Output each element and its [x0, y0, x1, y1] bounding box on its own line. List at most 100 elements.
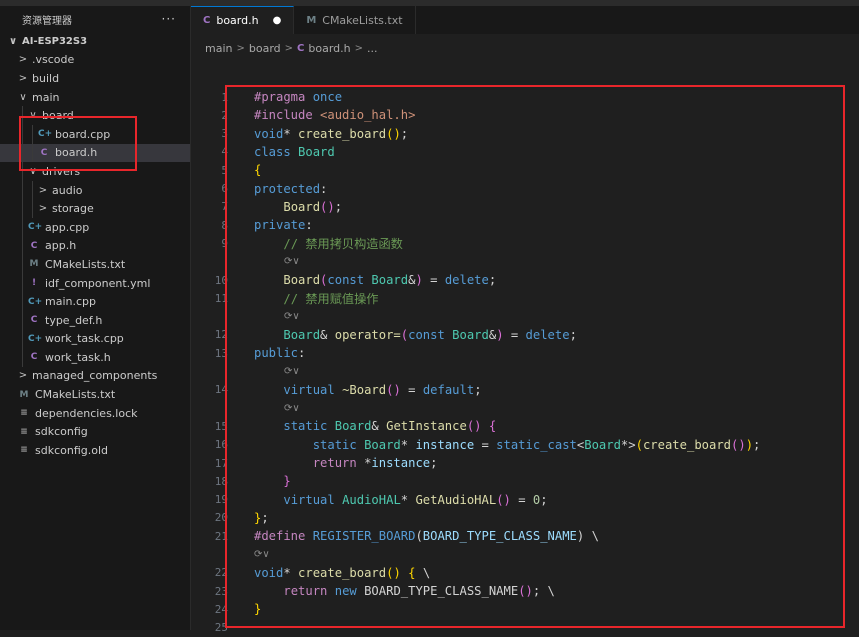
line-number: 1 — [221, 90, 228, 104]
tree-item[interactable]: > build — [0, 69, 190, 88]
code-line[interactable]: 22 void* create_board() { \ — [191, 564, 430, 582]
tree-item[interactable]: ≡ sdkconfig — [0, 422, 190, 441]
chevron-right-icon[interactable]: > — [38, 185, 48, 196]
code-line[interactable]: 15 static Board& GetInstance() { — [191, 417, 496, 435]
chevron-right-icon[interactable]: > — [18, 370, 28, 381]
line-number: 24 — [214, 602, 228, 616]
tree-item[interactable]: ∨ drivers — [0, 162, 190, 181]
chevron-down-icon[interactable]: ∨ — [28, 110, 38, 121]
code-editor[interactable]: 1 #pragma once 2 #include <audio_hal.h> 3 v… — [191, 60, 859, 634]
tab-label: CMakeLists.txt — [322, 13, 403, 27]
explorer-title: 资源管理器 — [22, 15, 72, 27]
chevron-right-icon[interactable]: > — [38, 203, 48, 214]
tree-item[interactable]: C+ work_task.cpp — [0, 329, 190, 349]
code-line[interactable]: 11 // 禁用赋值操作 — [191, 289, 379, 307]
code-text: // 禁用拷贝构造函数 — [283, 237, 403, 252]
chevron-down-icon[interactable]: ∨ — [8, 36, 18, 47]
line-number: 18 — [214, 474, 228, 488]
tab-label: board.h — [216, 14, 259, 27]
c-file-icon: C — [30, 240, 38, 251]
tree-item-label: audio — [52, 183, 83, 197]
tree-item[interactable]: Cboard.h — [0, 143, 190, 163]
tab-cmakelists[interactable]: M CMakeLists.txt — [294, 6, 416, 34]
tab-board-h[interactable]: C board.h ● — [191, 6, 295, 34]
breadcrumb-item-main[interactable]: main — [205, 42, 232, 55]
code-line[interactable]: 18 } — [191, 472, 291, 490]
code-line[interactable]: 16 static Board* instance = static_cast<… — [191, 436, 761, 454]
tree-item[interactable]: Capp.h — [0, 236, 190, 256]
code-lens-icon[interactable]: ⟳∨ — [284, 256, 300, 267]
code-lens-icon[interactable]: ⟳∨ — [284, 311, 300, 322]
code-line[interactable]: 19 virtual AudioHAL* GetAudioHAL() = 0; — [191, 491, 548, 509]
code-line[interactable]: 14 virtual ~Board() = default; — [191, 381, 482, 399]
code-lens-icon[interactable]: ⟳∨ — [284, 403, 300, 414]
unsaved-dot-icon[interactable]: ● — [273, 15, 282, 26]
code-line[interactable]: 24} — [191, 600, 262, 618]
tree-item[interactable]: > managed_components — [0, 367, 190, 386]
code-line[interactable]: 13 public: — [191, 344, 306, 362]
code-line[interactable]: 5{ — [191, 161, 261, 179]
code-line[interactable]: 12 Board& operator=(const Board&) = dele… — [191, 326, 577, 344]
code-line[interactable]: 7 Board(); — [191, 198, 342, 216]
tree-item[interactable]: ≡ sdkconfig.old — [0, 441, 190, 460]
code-line[interactable]: 8 private: — [191, 216, 312, 234]
tree-item[interactable]: ≡ dependencies.lock — [0, 404, 190, 423]
code-line[interactable]: 9 // 禁用拷贝构造函数 — [191, 234, 403, 252]
tree-item[interactable]: Cwork_task.h — [0, 348, 190, 367]
tree-item[interactable]: ! idf_component.yml — [0, 273, 190, 293]
code-line[interactable]: 1 #pragma once — [191, 88, 342, 106]
tree-item-label: CMakeLists.txt — [35, 388, 116, 402]
code-text: return new BOARD_TYPE_CLASS_NAME(); \ — [283, 584, 555, 599]
breadcrumb-item-file[interactable]: board.h — [308, 42, 350, 55]
tree-item[interactable]: ∨ main — [0, 88, 190, 107]
tree-item[interactable]: M CMakeLists.txt — [0, 385, 190, 404]
chevron-right-icon[interactable]: > — [18, 73, 28, 84]
code-line[interactable]: 25 — [191, 619, 241, 637]
line-number: 23 — [214, 584, 228, 598]
code-text: return *instance; — [312, 456, 438, 470]
code-line[interactable]: 4 class Board — [191, 143, 334, 161]
tree-item[interactable]: C+ board.cpp — [0, 124, 190, 144]
chevron-right-icon[interactable]: > — [18, 54, 28, 65]
tree-item[interactable]: M CMakeLists.txt — [0, 255, 190, 274]
code-lens-icon[interactable]: ⟳∨ — [284, 366, 300, 377]
tree-item[interactable]: C+ app.cpp — [0, 217, 190, 237]
text-file-icon: ≡ — [20, 408, 28, 419]
tree-item[interactable]: ∨ board — [0, 106, 190, 125]
cpp-file-icon: C+ — [38, 129, 53, 140]
tree-item[interactable]: ∨ AI-ESP32S3 — [0, 32, 190, 51]
cmake-file-icon: M — [29, 259, 39, 270]
code-line[interactable]: 21 #define REGISTER_BOARD(BOARD_TYPE_CLAS… — [191, 527, 599, 545]
chevron-right-icon: > — [236, 42, 245, 54]
editor-scrollbar[interactable] — [849, 60, 859, 630]
code-line[interactable]: 2 #include <audio_hal.h> — [191, 106, 415, 124]
c-file-icon: C — [30, 315, 38, 326]
more-actions-icon[interactable]: ··· — [162, 12, 176, 26]
code-lens-icon[interactable]: ⟳∨ — [254, 549, 270, 560]
code-line[interactable]: 20}; — [191, 509, 269, 527]
code-line[interactable]: 17 return *instance; — [191, 454, 438, 472]
tree-item[interactable]: > storage — [0, 199, 190, 218]
tree-item[interactable]: > audio — [0, 180, 190, 200]
breadcrumb-item-symbol[interactable]: ... — [367, 42, 378, 55]
chevron-down-icon[interactable]: ∨ — [28, 166, 38, 177]
line-number: 5 — [221, 163, 228, 177]
code-line[interactable]: 3 void* create_board(); — [191, 125, 408, 143]
cmake-file-icon: M — [19, 389, 29, 400]
tree-item[interactable]: C+ main.cpp — [0, 292, 190, 311]
chevron-down-icon[interactable]: ∨ — [18, 92, 28, 103]
tree-item[interactable]: Ctype_def.h — [0, 310, 190, 330]
indent-guide — [22, 124, 23, 144]
code-line[interactable]: 23 return new BOARD_TYPE_CLASS_NAME(); \ — [191, 582, 555, 600]
indent-guide — [22, 180, 23, 200]
code-line[interactable]: 10 Board(const Board&) = delete; — [191, 271, 496, 289]
tree-item[interactable]: > .vscode — [0, 51, 190, 70]
code-text: virtual ~Board() = default; — [283, 382, 482, 397]
line-number: 9 — [221, 236, 228, 250]
tree-item-label: app.h — [45, 239, 77, 253]
breadcrumb-item-board[interactable]: board — [249, 42, 281, 55]
line-number: 6 — [221, 182, 228, 195]
code-line[interactable]: 6 protected: — [191, 180, 327, 198]
code-text: Board(); — [283, 199, 343, 214]
tree-item-label: drivers — [42, 164, 81, 178]
